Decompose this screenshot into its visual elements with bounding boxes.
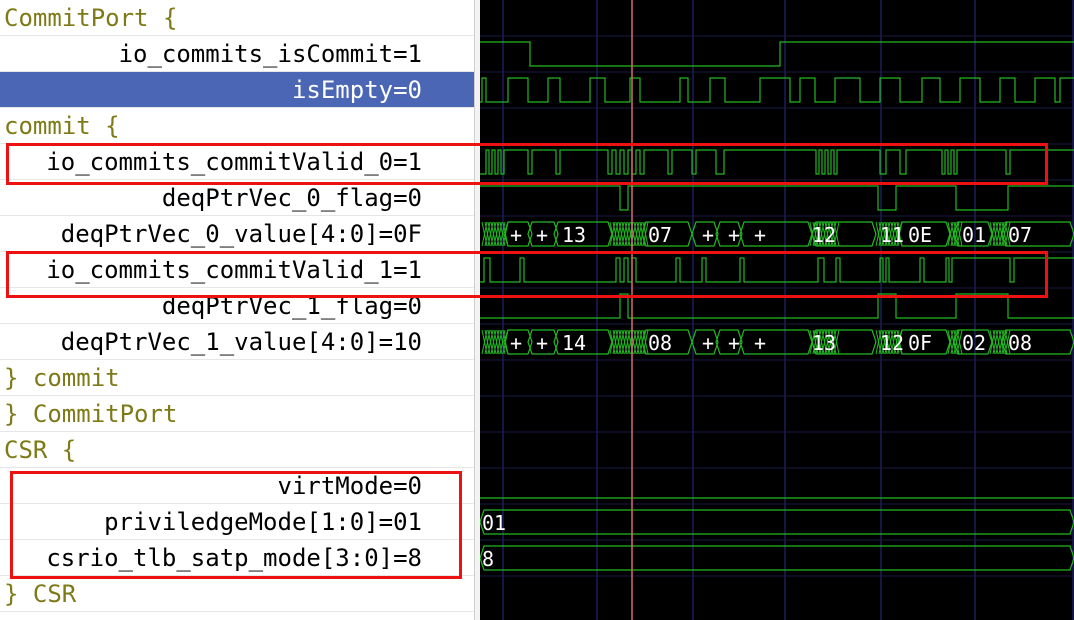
bus-value: 02 bbox=[962, 331, 986, 355]
signal-row[interactable]: io_commits_commitValid_1=1 bbox=[0, 252, 474, 288]
signal-label: io_commits_commitValid_1=1 bbox=[46, 256, 422, 284]
signal-row[interactable]: io_commits_isCommit=1 bbox=[0, 36, 474, 72]
signal-label: io_commits_isCommit=1 bbox=[118, 40, 422, 68]
bus-value: + bbox=[754, 331, 766, 355]
signal-row[interactable]: io_commits_commitValid_0=1 bbox=[0, 144, 474, 180]
signal-label: virtMode=0 bbox=[277, 472, 423, 500]
signal-label: deqPtrVec_1_value[4:0]=10 bbox=[60, 328, 422, 356]
bus-value: + bbox=[728, 331, 740, 355]
signal-label: deqPtrVec_1_flag=0 bbox=[161, 292, 422, 320]
bus-value: 12 bbox=[812, 223, 836, 247]
bus-value: + bbox=[536, 223, 548, 247]
signal-row[interactable]: virtMode=0 bbox=[0, 468, 474, 504]
bus-value: 07 bbox=[1008, 223, 1032, 247]
bus-value: 0E bbox=[908, 223, 932, 247]
scope-label: CommitPort { bbox=[4, 4, 178, 32]
scope-label: } commit bbox=[4, 364, 120, 392]
bus-value: + bbox=[728, 223, 740, 247]
signal-label: deqPtrVec_0_flag=0 bbox=[161, 184, 422, 212]
scope-row[interactable]: commit { bbox=[0, 108, 474, 144]
bus-value: + bbox=[702, 331, 714, 355]
bus-value: 13 bbox=[812, 331, 836, 355]
scope-row[interactable]: CSR { bbox=[0, 432, 474, 468]
scope-row[interactable]: CommitPort { bbox=[0, 0, 474, 36]
scope-row[interactable]: } commit bbox=[0, 360, 474, 396]
bus-value: + bbox=[510, 223, 522, 247]
scope-label: CSR { bbox=[4, 436, 77, 464]
bus-value: 12 bbox=[880, 331, 904, 355]
bus-value: + bbox=[536, 331, 548, 355]
bus-value: + bbox=[510, 331, 522, 355]
bus-value: + bbox=[754, 223, 766, 247]
bus-value: 13 bbox=[562, 223, 586, 247]
signal-name-panel: CommitPort { io_commits_isCommit=1 isEmpty… bbox=[0, 0, 474, 620]
signal-label: io_commits_commitValid_0=1 bbox=[46, 148, 422, 176]
signal-row[interactable]: deqPtrVec_0_value[4:0]=0F bbox=[0, 216, 474, 252]
bus-value: 0F bbox=[908, 331, 932, 355]
waveform-background bbox=[480, 0, 1074, 620]
bus-value: 08 bbox=[648, 331, 672, 355]
signal-label: csrio_tlb_satp_mode[3:0]=8 bbox=[46, 544, 422, 572]
signal-row[interactable]: csrio_tlb_satp_mode[3:0]=8 bbox=[0, 540, 474, 576]
bus-value: 01 bbox=[962, 223, 986, 247]
scope-label: } CSR bbox=[4, 580, 77, 608]
signal-label: isEmpty=0 bbox=[291, 76, 422, 104]
scope-row[interactable]: } CSR bbox=[0, 576, 474, 612]
bus-value: 8 bbox=[482, 547, 494, 571]
signal-row[interactable]: deqPtrVec_1_flag=0 bbox=[0, 288, 474, 324]
signal-row[interactable]: isEmpty=0 bbox=[0, 72, 474, 108]
signal-row[interactable]: deqPtrVec_1_value[4:0]=10 bbox=[0, 324, 474, 360]
bus-value: 07 bbox=[648, 223, 672, 247]
waveform-panel[interactable]: + +13 07 + + +12 11 0E 01 07+ +14 08 + + +13 12 0F 02 0801… bbox=[480, 0, 1074, 620]
bus-value: 08 bbox=[1008, 331, 1032, 355]
scope-label: } CommitPort bbox=[4, 400, 178, 428]
scope-label: commit { bbox=[4, 112, 120, 140]
signal-row[interactable]: deqPtrVec_0_flag=0 bbox=[0, 180, 474, 216]
scope-row[interactable]: } CommitPort bbox=[0, 396, 474, 432]
bus-value: 11 bbox=[880, 223, 904, 247]
signal-label: priviledgeMode[1:0]=01 bbox=[104, 508, 422, 536]
bus-value: 01 bbox=[482, 511, 506, 535]
signal-label: deqPtrVec_0_value[4:0]=0F bbox=[60, 220, 422, 248]
signal-row[interactable]: priviledgeMode[1:0]=01 bbox=[0, 504, 474, 540]
bus-value: + bbox=[702, 223, 714, 247]
bus-value: 14 bbox=[562, 331, 586, 355]
